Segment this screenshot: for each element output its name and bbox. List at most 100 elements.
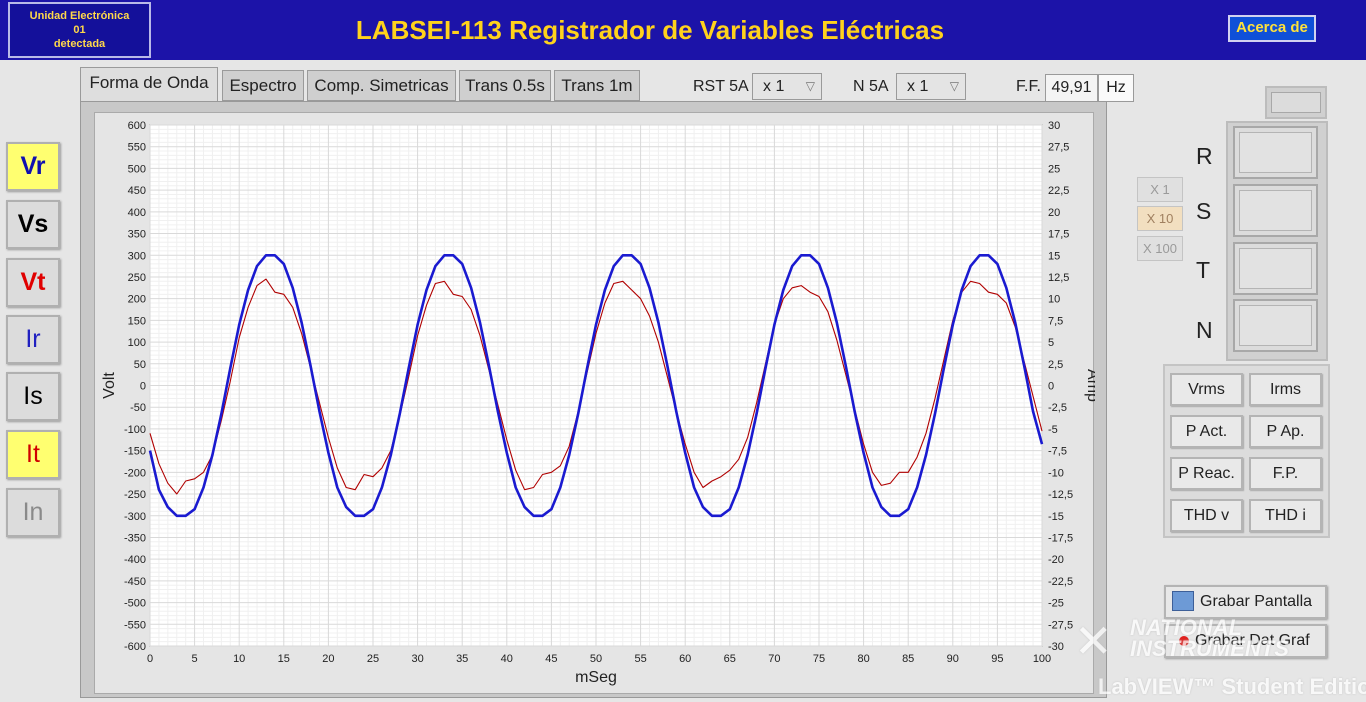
y2-tick-label: 0 xyxy=(1048,381,1054,393)
y2-tick-label: 7,5 xyxy=(1048,315,1063,327)
about-button[interactable]: Acerca de xyxy=(1228,15,1316,42)
y2-axis-label: Amp xyxy=(1084,369,1095,402)
save-screen-button[interactable]: Grabar Pantalla xyxy=(1164,585,1327,619)
signal-button-vr[interactable]: Vr xyxy=(6,142,60,191)
fp-button[interactable]: F.P. xyxy=(1249,457,1322,490)
rst-range-value: x 1 xyxy=(763,78,785,95)
phase-indicator-t xyxy=(1233,242,1318,295)
frequency-unit: Hz xyxy=(1098,74,1134,102)
y-tick-label: -50 xyxy=(130,402,146,414)
y-tick-label: 600 xyxy=(128,120,146,132)
device-status-indicator: Unidad Electrónica 01 detectada xyxy=(8,2,151,58)
x-tick-label: 90 xyxy=(947,653,959,665)
y-tick-label: -350 xyxy=(124,532,146,544)
y2-tick-label: 25 xyxy=(1048,163,1060,175)
x-tick-label: 100 xyxy=(1033,653,1051,665)
save-disk-icon xyxy=(1172,591,1194,611)
scale-x100-button[interactable]: X 100 xyxy=(1137,236,1183,261)
y2-tick-label: 5 xyxy=(1048,337,1054,349)
scale-x1-button[interactable]: X 1 xyxy=(1137,177,1183,202)
p-ap-button[interactable]: P Ap. xyxy=(1249,415,1322,448)
y-tick-label: 500 xyxy=(128,163,146,175)
p-reac-button[interactable]: P Reac. xyxy=(1170,457,1243,490)
y2-tick-label: 15 xyxy=(1048,250,1060,262)
save-screen-label: Grabar Pantalla xyxy=(1200,593,1313,610)
n-range-label: N 5A xyxy=(853,78,889,95)
y-axis-label: Volt xyxy=(101,372,118,399)
y-tick-label: -400 xyxy=(124,554,146,566)
y2-tick-label: 10 xyxy=(1048,294,1060,306)
x-tick-label: 35 xyxy=(456,653,468,665)
signal-button-ir[interactable]: Ir xyxy=(6,315,60,364)
p-act-button[interactable]: P Act. xyxy=(1170,415,1243,448)
tab-forma-de-onda[interactable]: Forma de Onda xyxy=(80,67,218,101)
frequency-label: F.F. xyxy=(1016,78,1041,95)
y2-tick-label: 20 xyxy=(1048,207,1060,219)
app-title: LABSEI-113 Registrador de Variables Eléc… xyxy=(355,15,945,45)
signal-button-it[interactable]: It xyxy=(6,430,60,479)
phase-indicator-r xyxy=(1233,126,1318,179)
x-tick-label: 50 xyxy=(590,653,602,665)
tab-trans-0-5s[interactable]: Trans 0.5s xyxy=(459,70,551,101)
y-tick-label: 250 xyxy=(128,272,146,284)
y2-tick-label: -17,5 xyxy=(1048,532,1073,544)
thd-i-button[interactable]: THD i xyxy=(1249,499,1322,532)
y2-tick-label: 27,5 xyxy=(1048,142,1069,154)
waveform-graph[interactable]: 0 5 10 15 20 25 30 35 40 45 50 55 60 65 70 75 80 85 90 95 10… xyxy=(94,112,1095,694)
rst-range-select[interactable]: x 1 ▽ xyxy=(752,73,822,100)
y-tick-label: 200 xyxy=(128,294,146,306)
y2-tick-label: -20 xyxy=(1048,554,1064,566)
watermark-line: LabVIEW™ Student Edition xyxy=(1098,674,1366,699)
waveform-chart: 0 5 10 15 20 25 30 35 40 45 50 55 60 65 70 75 80 85 90 95 10… xyxy=(101,120,1095,686)
n-range-select[interactable]: x 1 ▽ xyxy=(896,73,966,100)
x-tick-label: 45 xyxy=(545,653,557,665)
x-tick-label: 30 xyxy=(411,653,423,665)
y-tick-label: 50 xyxy=(134,359,146,371)
tab-espectro[interactable]: Espectro xyxy=(222,70,304,101)
phase-indicator-n xyxy=(1233,299,1318,352)
y2-tick-label: 2,5 xyxy=(1048,359,1063,371)
device-status-line: Unidad Electrónica xyxy=(29,10,130,22)
chevron-down-icon: ▽ xyxy=(949,79,959,93)
scale-x10-button[interactable]: X 10 xyxy=(1137,206,1183,231)
y2-tick-label: -22,5 xyxy=(1048,576,1073,588)
header-bar: Unidad Electrónica 01 detectada LABSEI-1… xyxy=(0,0,1366,60)
y2-tick-label: -25 xyxy=(1048,598,1064,610)
rst-range-label: RST 5A xyxy=(693,78,749,95)
signal-button-vt[interactable]: Vt xyxy=(6,258,60,307)
y2-tick-label: -15 xyxy=(1048,511,1064,523)
y-tick-label: -600 xyxy=(124,641,146,653)
x-tick-label: 75 xyxy=(813,653,825,665)
device-status-line: detectada xyxy=(53,38,106,50)
y2-tick-label: -12,5 xyxy=(1048,489,1073,501)
y-tick-label: 550 xyxy=(128,142,146,154)
thd-v-button[interactable]: THD v xyxy=(1170,499,1243,532)
frequency-value: 49,91 xyxy=(1045,74,1098,102)
phase-label-t: T xyxy=(1196,257,1211,283)
x-tick-label: 15 xyxy=(278,653,290,665)
y-tick-label: -500 xyxy=(124,598,146,610)
tab-comp-simetricas[interactable]: Comp. Simetricas xyxy=(307,70,456,101)
signal-button-in[interactable]: In xyxy=(6,488,60,537)
y-tick-label: -450 xyxy=(124,576,146,588)
x-tick-label: 10 xyxy=(233,653,245,665)
x-tick-label: 65 xyxy=(724,653,736,665)
y2-tick-label: 17,5 xyxy=(1048,229,1069,241)
signal-button-is[interactable]: Is xyxy=(6,372,60,421)
phase-label-s: S xyxy=(1196,198,1212,224)
device-status-line: 01 xyxy=(73,24,86,36)
y2-tick-label: 30 xyxy=(1048,120,1060,132)
irms-button[interactable]: Irms xyxy=(1249,373,1322,406)
y2-tick-label: -2,5 xyxy=(1048,402,1067,414)
tab-trans-1m[interactable]: Trans 1m xyxy=(554,70,640,101)
x-tick-label: 55 xyxy=(634,653,646,665)
y2-tick-label: -10 xyxy=(1048,467,1064,479)
y2-tick-label: 12,5 xyxy=(1048,272,1069,284)
vrms-button[interactable]: Vrms xyxy=(1170,373,1243,406)
y-tick-label: 0 xyxy=(140,381,146,393)
signal-button-vs[interactable]: Vs xyxy=(6,200,60,249)
phase-label-n: N xyxy=(1196,317,1213,343)
y-tick-label: -550 xyxy=(124,619,146,631)
y-tick-label: 350 xyxy=(128,229,146,241)
y-tick-label: -100 xyxy=(124,424,146,436)
